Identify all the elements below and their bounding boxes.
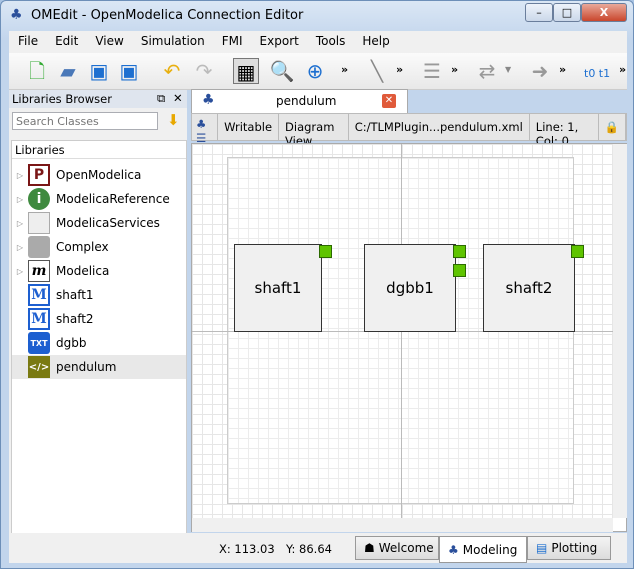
perspective-modeling[interactable]: ♣ Modeling <box>439 536 527 563</box>
block-dgbb1[interactable]: dgbb1 <box>364 244 456 332</box>
menu-view[interactable]: View <box>86 31 131 53</box>
port[interactable] <box>319 245 332 258</box>
redo-icon[interactable]: ↷ <box>191 58 217 84</box>
save-icon[interactable]: ▣ <box>86 58 112 84</box>
text-file-icon: TXT <box>28 332 50 354</box>
package-icon <box>28 236 50 258</box>
toolbar-more-button[interactable]: » <box>619 63 626 76</box>
menu-export[interactable]: Export <box>251 31 307 53</box>
info-icon: i <box>28 188 50 210</box>
undo-icon[interactable]: ↶ <box>159 58 185 84</box>
port[interactable] <box>453 264 466 277</box>
welcome-icon: ☗ <box>364 541 375 555</box>
tree-item-shaft2[interactable]: Mshaft2 <box>12 307 186 331</box>
openmodelica-icon: P <box>28 164 50 186</box>
zoom-icon[interactable]: 🔍 <box>269 58 295 84</box>
minimize-button[interactable]: – <box>525 3 553 22</box>
y-coordinate: Y: 86.64 <box>286 542 332 556</box>
toolbar-more-button[interactable]: » <box>341 63 348 76</box>
plotting-icon: ▤ <box>536 541 548 555</box>
view-type-label: Diagram View <box>279 114 349 148</box>
grid-toggle-icon[interactable]: ▦ <box>233 58 259 84</box>
time-interval-icon[interactable]: t0 t1 <box>584 67 610 80</box>
menu-fmi[interactable]: FMI <box>213 31 251 53</box>
port[interactable] <box>571 245 584 258</box>
maximize-button[interactable]: □ <box>553 3 581 22</box>
tree-item-dgbb[interactable]: TXT dgbb <box>12 331 186 355</box>
line-tool-icon[interactable]: ╲ <box>364 58 390 84</box>
diagram-canvas[interactable]: shaft1 dgbb1 shaft2 <box>191 143 627 532</box>
tab-pendulum[interactable]: ♣ pendulum ✕ <box>191 89 408 113</box>
menu-help[interactable]: Help <box>353 31 397 53</box>
modeling-icon: ♣ <box>448 542 459 557</box>
save-as-icon[interactable]: ▣ <box>116 58 142 84</box>
tree-header: Libraries <box>15 143 65 157</box>
tree-item-modelica[interactable]: ▷ m Modelica <box>12 259 186 283</box>
package-icon <box>28 212 50 234</box>
x-coordinate: X: 113.03 <box>219 542 275 556</box>
diagram-view-icon[interactable]: ♣ ☰ <box>192 114 219 145</box>
menu-bar: File Edit View Simulation FMI Export Too… <box>9 31 627 53</box>
libraries-browser: Libraries Browser ⧉ ✕ ⬇ Libraries ▷POpen… <box>9 90 187 546</box>
close-icon[interactable]: ✕ <box>173 91 183 105</box>
model-tab-icon: ♣ <box>202 92 215 108</box>
open-folder-icon[interactable]: ▰ <box>55 58 81 84</box>
connection-mode-icon[interactable]: ⇄ <box>474 58 500 84</box>
close-tab-icon[interactable]: ✕ <box>382 94 396 108</box>
app-window: ♣ OMEdit - OpenModelica Connection Edito… <box>0 0 634 569</box>
libraries-tree: Libraries ▷ P OpenModelica ▷ i ModelicaRefer… <box>11 140 187 546</box>
menu-tools[interactable]: Tools <box>307 31 354 53</box>
model-icon: M <box>28 308 50 330</box>
panel-title: Libraries Browser <box>12 92 112 106</box>
toolbar-more-button[interactable]: » <box>396 63 403 76</box>
port[interactable] <box>453 245 466 258</box>
cursor-position-label: Line: 1, Col: 0 <box>530 114 599 148</box>
file-path-label: C:/TLMPlugin...pendulum.xml <box>349 114 530 140</box>
tree-item-shaft1[interactable]: Mshaft1 <box>12 283 186 307</box>
app-logo-icon: ♣ <box>10 7 23 23</box>
status-bar: X: 113.03 Y: 86.64 ☗ Welcome ♣ Modeling ▤ P… <box>9 533 627 563</box>
horizontal-scrollbar[interactable] <box>192 518 613 532</box>
tree-item-complex[interactable]: ▷ Complex <box>12 235 186 259</box>
writable-label: Writable <box>218 114 280 140</box>
toolbar: 🗋 ▰ ▣ ▣ ↶ ↷ ▦ 🔍 ⊕ » ╲ » ☰ » ⇄ ▼ ➜ » t0 t… <box>9 53 627 90</box>
tree-item-pendulum[interactable]: </> pendulum <box>12 355 186 379</box>
toolbar-more-button[interactable]: » <box>451 63 458 76</box>
block-shaft2[interactable]: shaft2 <box>483 244 575 332</box>
perspective-plotting[interactable]: ▤ Plotting <box>527 536 611 560</box>
model-icon: M <box>28 284 50 306</box>
xml-file-icon: </> <box>28 356 50 378</box>
menu-simulation[interactable]: Simulation <box>132 31 213 53</box>
text-align-icon[interactable]: ☰ <box>419 58 445 84</box>
lock-icon[interactable]: 🔒 <box>599 114 626 140</box>
arrow-down-icon[interactable]: ⬇ <box>167 111 180 129</box>
perspective-welcome[interactable]: ☗ Welcome <box>355 536 439 560</box>
block-shaft1[interactable]: shaft1 <box>234 244 322 332</box>
tree-item-openmodelica[interactable]: ▷ P OpenModelica <box>12 163 186 187</box>
undock-icon[interactable]: ⧉ <box>157 91 165 106</box>
menu-file[interactable]: File <box>9 31 46 53</box>
zoom-in-icon[interactable]: ⊕ <box>302 58 328 84</box>
menu-edit[interactable]: Edit <box>46 31 86 53</box>
chevron-down-icon[interactable]: ▼ <box>505 65 511 74</box>
export-icon[interactable]: ➜ <box>527 58 553 84</box>
toolbar-more-button[interactable]: » <box>559 63 566 76</box>
modelica-icon: m <box>28 260 50 282</box>
window-title: OMEdit - OpenModelica Connection Editor <box>31 8 304 23</box>
tree-item-modelicaservices[interactable]: ▷ ModelicaServices <box>12 211 186 235</box>
close-button[interactable]: X <box>581 3 627 22</box>
tree-item-modelicareference[interactable]: ▷ i ModelicaReference <box>12 187 186 211</box>
vertical-scrollbar[interactable] <box>613 144 627 518</box>
new-file-icon[interactable]: 🗋 <box>24 58 50 84</box>
model-info-bar: ♣ ☰ Writable Diagram View C:/TLMPlugin..… <box>191 113 627 148</box>
libraries-browser-header: Libraries Browser ⧉ ✕ <box>9 90 187 108</box>
search-classes-input[interactable] <box>12 112 158 130</box>
